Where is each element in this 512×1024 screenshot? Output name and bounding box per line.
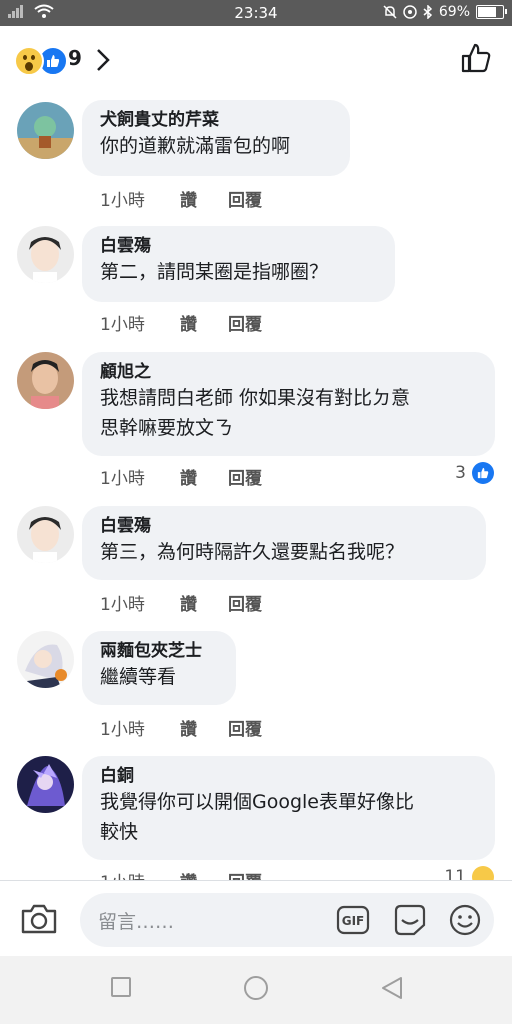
comment-author[interactable]: 白銅 [100,765,479,787]
comment-text-line: 思幹嘛要放文ㄋ [100,417,234,439]
comment-bubble: 顧旭之 我想請問白老師 你如果沒有對比ㄉ意 思幹嘛要放文ㄋ [82,352,495,456]
vpn-icon [403,5,417,19]
like-outline-icon[interactable] [460,42,492,74]
camera-icon[interactable] [20,903,58,935]
comment-author[interactable]: 顧旭之 [100,361,479,383]
bluetooth-icon [423,5,432,19]
reaction-count: 3 [455,463,466,483]
comment-author[interactable]: 兩麵包夾芝士 [100,640,220,662]
comment-text-line: 我覺得你可以開個Google表單好像比 [100,791,415,813]
avatar[interactable] [17,506,74,563]
reaction-header[interactable]: 9 [0,26,512,94]
battery-icon [476,5,507,19]
comment-text: 繼續等看 [100,666,177,688]
bell-off-icon [383,5,397,19]
reaction-count: 9 [68,46,82,70]
comment-bubble: 犬飼貴丈的芹菜 你的道歉就滿雷包的啊 [82,100,350,176]
comment-bubble: 白銅 我覺得你可以開個Google表單好像比 較快 [82,756,495,860]
reply-button[interactable]: 回覆 [228,715,262,740]
chevron-right-icon[interactable] [96,48,110,72]
back-icon[interactable] [380,976,404,1000]
recents-icon[interactable] [110,976,132,998]
comment-bubble: 白雲殤 第二，請問某圈是指哪圈？ [82,226,395,302]
reply-button[interactable]: 回覆 [228,590,262,615]
sticker-icon[interactable] [392,903,428,937]
reaction-icons [14,46,68,76]
like-button[interactable]: 讚 [180,310,228,335]
reply-button[interactable]: 回覆 [228,310,262,335]
gif-label: GIF [342,914,365,928]
comment-time: 1小時 [100,469,145,489]
avatar[interactable] [17,631,74,688]
comment-input-placeholder: 留言…… [98,911,175,933]
reply-button[interactable]: 回覆 [228,464,262,489]
comment-text: 你的道歉就滿雷包的啊 [100,135,291,157]
home-icon[interactable] [243,975,269,1001]
comment-text: 第二，請問某圈是指哪圈？ [100,261,329,283]
comment-time: 1小時 [100,191,145,211]
comment-time: 1小時 [100,595,145,615]
system-nav-bar [0,956,512,1024]
avatar[interactable] [17,352,74,409]
comment-author[interactable]: 白雲殤 [100,235,379,257]
comment-meta: 1小時 讚 回覆 [100,715,262,740]
comment-author[interactable]: 白雲殤 [100,515,470,537]
like-reaction-icon [472,462,494,484]
status-bar: 23:34 69% [0,0,512,26]
comment-text: 第三，為何時隔許久還要點名我呢？ [100,541,405,563]
comment-meta: 1小時 讚 回覆 [100,310,262,335]
like-button[interactable]: 讚 [180,715,228,740]
avatar[interactable] [17,102,74,159]
like-button[interactable]: 讚 [180,186,228,211]
reply-button[interactable]: 回覆 [228,186,262,211]
comment-time: 1小時 [100,720,145,740]
status-right: 69% [383,4,507,20]
comment-input[interactable]: 留言…… GIF [80,893,494,947]
like-button[interactable]: 讚 [180,464,228,489]
comment-reactions[interactable]: 3 [455,462,494,484]
emoji-icon[interactable] [448,903,482,937]
comment-bubble: 白雲殤 第三，為何時隔許久還要點名我呢？ [82,506,486,580]
battery-fill [478,7,496,17]
wow-reaction-icon [14,46,44,76]
comment-bubble: 兩麵包夾芝士 繼續等看 [82,631,236,705]
battery-percent: 69% [438,4,470,20]
avatar[interactable] [17,226,74,283]
like-button[interactable]: 讚 [180,590,228,615]
comment-meta: 1小時 讚 回覆 [100,186,262,211]
gif-icon[interactable]: GIF [336,905,370,935]
comment-composer: 留言…… GIF [0,880,512,957]
comment-meta: 1小時 讚 回覆 [100,464,262,489]
comment-meta: 1小時 讚 回覆 [100,590,262,615]
avatar[interactable] [17,756,74,813]
comment-author[interactable]: 犬飼貴丈的芹菜 [100,109,334,131]
comment-time: 1小時 [100,315,145,335]
comment-text-line: 較快 [100,821,139,843]
comment-text-line: 我想請問白老師 你如果沒有對比ㄉ意 [100,387,411,409]
